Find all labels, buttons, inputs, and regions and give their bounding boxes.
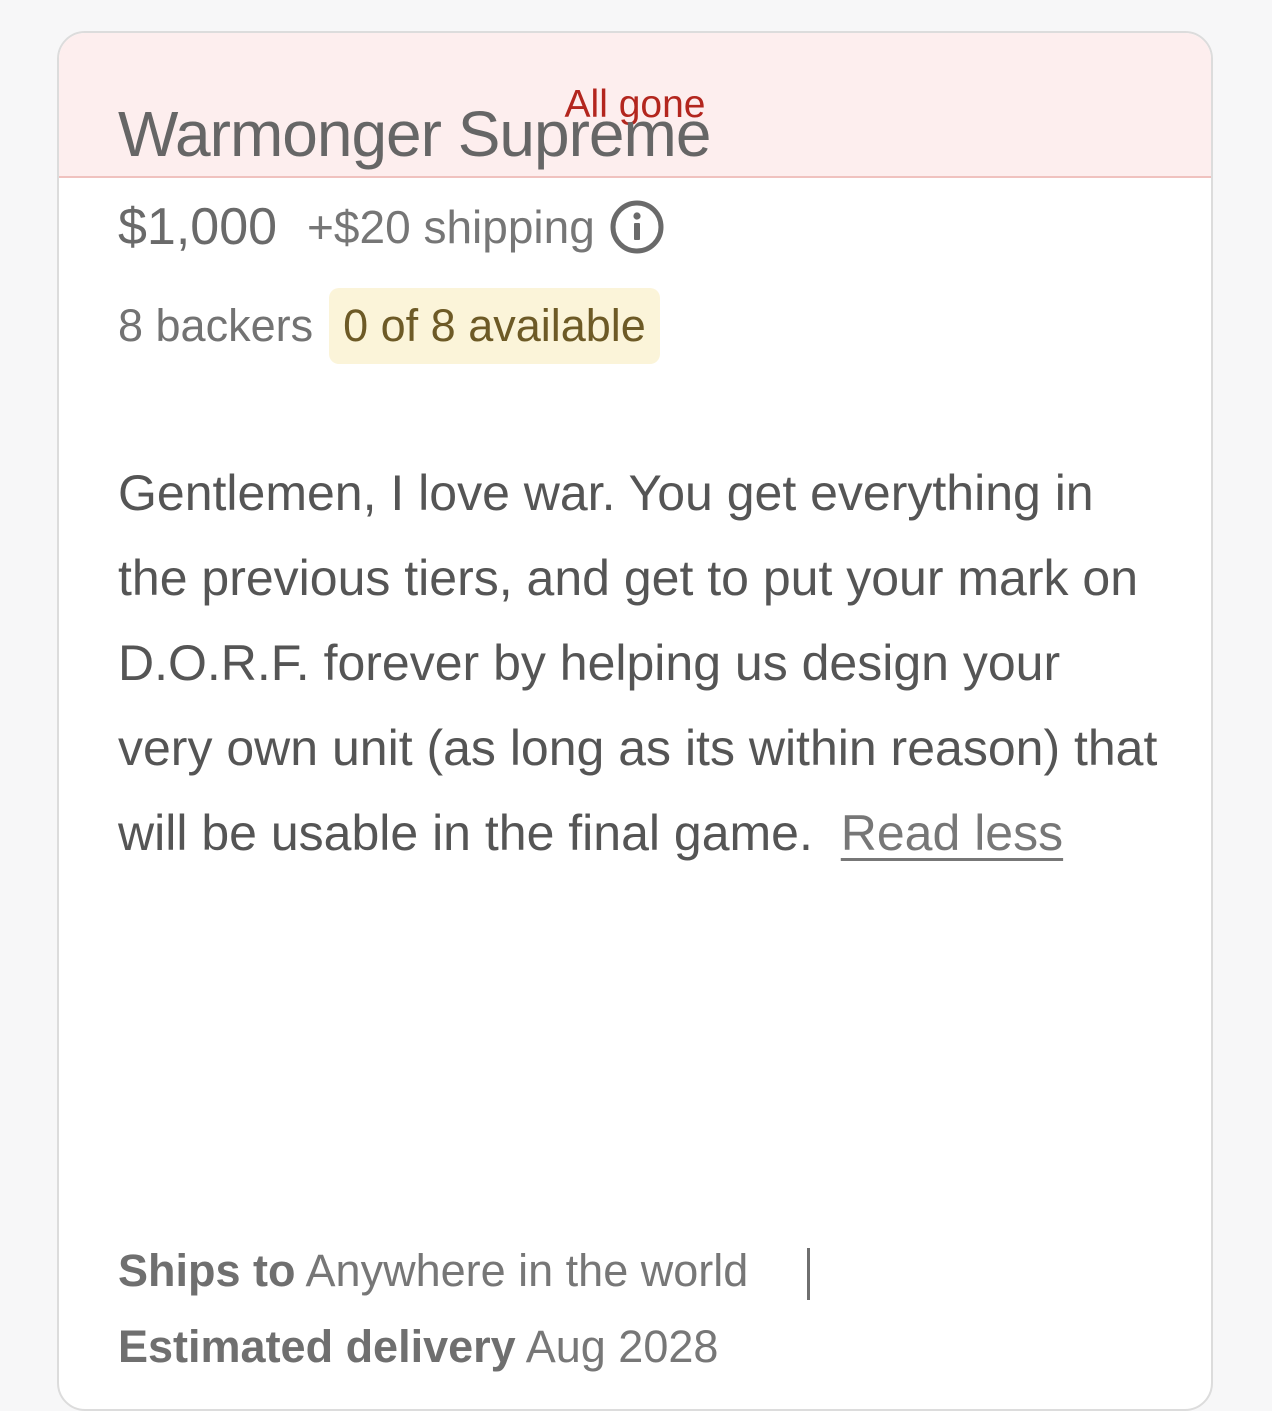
reward-description: Gentlemen, I love war. You get everythin… [118, 451, 1158, 876]
info-circle-icon[interactable] [609, 199, 665, 255]
price-row: $1,000 +$20 shipping [118, 197, 665, 257]
backers-count: 8 backers [118, 300, 314, 351]
ships-to-value: Anywhere in the world [305, 1245, 749, 1296]
backers-row: 8 backers 0 of 8 available [118, 288, 660, 364]
meta-divider [806, 1248, 810, 1301]
reward-title: Warmonger Supreme [118, 98, 711, 170]
read-less-link[interactable]: Read less [841, 791, 1063, 876]
reward-card: All gone Warmonger Supreme $1,000 +$20 s… [57, 31, 1213, 1411]
reward-price: $1,000 [118, 198, 278, 256]
shipping-cost: +$20 shipping [307, 201, 595, 253]
ships-to-row: Ships to Anywhere in the world [118, 1233, 810, 1309]
availability-badge: 0 of 8 available [329, 288, 660, 364]
ships-to-label: Ships to [118, 1245, 296, 1296]
reward-meta: Ships to Anywhere in the world Estimated… [118, 1233, 810, 1385]
delivery-label: Estimated delivery [118, 1321, 516, 1372]
delivery-value: Aug 2028 [525, 1321, 719, 1372]
